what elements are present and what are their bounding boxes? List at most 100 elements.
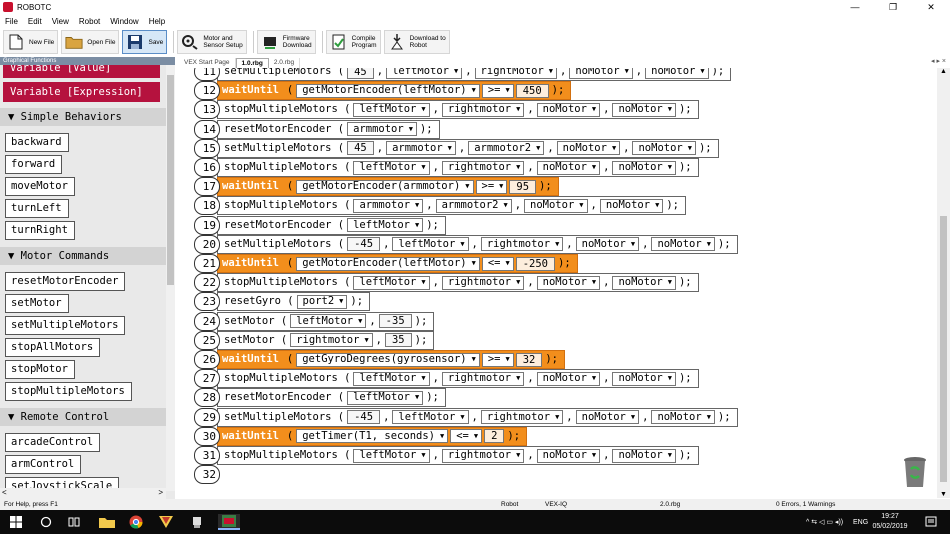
wait-until-block[interactable]: waitUntil (getMotorEncoder(leftMotor) ▼ >= ▼… [217,81,572,101]
command-block[interactable]: resetGyro (port2 ▼); [217,292,371,312]
palette-horizontal-scrollbar[interactable]: < > [0,488,166,499]
parameter-dropdown[interactable]: getGyroDegrees(gyrosensor) ▼ [296,352,480,367]
robotc-taskbar-icon[interactable] [218,514,240,530]
command-block[interactable]: resetMotorEncoder (armmotor ▼); [217,119,440,139]
menu-edit[interactable]: Edit [23,17,47,26]
palette-item-setmotor[interactable]: setMotor [5,294,69,313]
parameter-dropdown[interactable]: noMotor ▼ [612,448,676,463]
palette-item-turnright[interactable]: turnRight [5,221,75,240]
value-field[interactable]: 45 [347,141,374,156]
parameter-dropdown[interactable]: port2 ▼ [296,294,348,309]
command-block[interactable]: setMultipleMotors (-45, leftMotor ▼, rightm… [217,234,738,254]
parameter-dropdown[interactable]: noMotor ▼ [536,275,601,290]
parameter-dropdown[interactable]: noMotor ▼ [536,102,601,117]
parameter-dropdown[interactable]: leftMotor ▼ [353,371,430,386]
compile-program-button[interactable]: Compile Program [325,30,381,54]
menu-help[interactable]: Help [144,17,170,26]
value-field[interactable]: 32 [515,352,543,367]
menu-view[interactable]: View [47,17,74,26]
scrollbar-thumb[interactable] [940,216,947,482]
motor-sensor-setup-button[interactable]: Motor and Sensor Setup [177,30,247,54]
palette-item-stopmultiplemotors[interactable]: stopMultipleMotors [5,382,132,401]
command-block[interactable]: resetMotorEncoder (leftMotor ▼); [217,215,446,235]
parameter-dropdown[interactable]: leftMotor ▼ [353,275,430,290]
command-block[interactable]: setMultipleMotors (45, armmotor ▼, armmotor… [217,138,719,158]
palette-item-armcontrol[interactable]: armControl [5,455,82,474]
tab-vex-start-page[interactable]: VEX Start Page [179,57,236,68]
file-explorer-icon[interactable] [98,514,116,530]
category-simple-behaviors[interactable]: ▼ Simple Behaviors [0,108,166,126]
parameter-dropdown[interactable]: <= ▼ [450,429,483,444]
close-button[interactable]: ✕ [912,0,950,14]
parameter-dropdown[interactable]: noMotor ▼ [569,68,633,79]
palette-variable-expression[interactable]: Variable [Expression] [3,82,160,102]
command-block[interactable]: setMotor (leftMotor ▼, -35); [217,311,435,331]
command-block[interactable]: stopMultipleMotors (leftMotor ▼, rightmoto… [217,158,699,177]
scroll-down-arrow-icon[interactable]: ▼ [940,491,947,498]
palette-item-movemotor[interactable]: moveMotor [5,177,75,196]
parameter-dropdown[interactable]: leftMotor ▼ [353,448,430,463]
command-block[interactable]: stopMultipleMotors (leftMotor ▼, rightmoto… [217,369,699,389]
command-block[interactable]: setMotor (rightmotor ▼, 35); [217,330,435,350]
command-block[interactable]: stopMultipleMotors (leftMotor ▼, rightmoto… [217,100,699,120]
parameter-dropdown[interactable]: armmotor ▼ [347,122,417,137]
parameter-dropdown[interactable]: leftMotor ▼ [386,68,463,79]
parameter-dropdown[interactable]: leftMotor ▼ [347,218,424,233]
value-field[interactable]: 450 [515,83,549,98]
value-field[interactable]: -35 [378,314,412,329]
parameter-dropdown[interactable]: noMotor ▼ [612,275,676,290]
menu-robot[interactable]: Robot [74,17,105,26]
menu-file[interactable]: File [0,17,23,26]
graphical-code-editor[interactable]: 11 setMultipleMotors (45, leftMotor ▼, right… [179,68,937,498]
save-button[interactable]: Save [122,30,168,54]
parameter-dropdown[interactable]: leftMotor ▼ [353,102,430,117]
parameter-dropdown[interactable]: noMotor ▼ [536,371,601,386]
parameter-dropdown[interactable]: noMotor ▼ [651,237,715,252]
parameter-dropdown[interactable]: leftMotor ▼ [290,314,367,329]
palette-item-setmultiplemotors[interactable]: setMultipleMotors [5,316,126,335]
parameter-dropdown[interactable]: getMotorEncoder(armmotor) ▼ [296,179,474,194]
value-field[interactable]: -45 [347,410,381,425]
minimize-button[interactable]: — [836,0,874,14]
parameter-dropdown[interactable]: rightmotor ▼ [290,333,373,348]
recycle-bin-icon[interactable] [902,455,928,489]
palette-item-resetmotorencoder[interactable]: resetMotorEncoder [5,272,126,291]
category-remote-control[interactable]: ▼ Remote Control [0,408,166,426]
wait-until-block[interactable]: waitUntil (getTimer(T1, seconds) ▼ <= ▼ 2); [217,426,528,446]
command-block[interactable]: stopMultipleMotors (leftMotor ▼, rightmoto… [217,446,699,465]
parameter-dropdown[interactable]: rightmotor ▼ [441,102,525,117]
palette-item-backward[interactable]: backward [5,133,69,152]
firmware-download-button[interactable]: Firmware Download [256,30,316,54]
palette-variable-value[interactable]: Variable [Value] [3,65,160,78]
parameter-dropdown[interactable]: >= ▼ [481,83,514,98]
palette-item-stopallmotors[interactable]: stopAllMotors [5,338,101,357]
palette-item-forward[interactable]: forward [5,155,63,174]
palette-item-stopmotor[interactable]: stopMotor [5,360,75,379]
parameter-dropdown[interactable]: getTimer(T1, seconds) ▼ [296,429,449,444]
parameter-dropdown[interactable]: noMotor ▼ [651,410,715,425]
parameter-dropdown[interactable]: noMotor ▼ [612,371,676,386]
value-field[interactable]: -250 [515,256,555,271]
parameter-dropdown[interactable]: leftMotor ▼ [392,410,469,425]
palette-vertical-scrollbar[interactable] [166,65,175,491]
parameter-dropdown[interactable]: noMotor ▼ [556,141,621,156]
search-icon[interactable] [38,514,54,530]
parameter-dropdown[interactable]: noMotor ▼ [536,160,601,175]
value-field[interactable]: 2 [484,429,505,444]
parameter-dropdown[interactable]: leftMotor ▼ [353,160,430,175]
parameter-dropdown[interactable]: armmotor2 ▼ [468,141,545,156]
parameter-dropdown[interactable]: noMotor ▼ [524,198,588,213]
parameter-dropdown[interactable]: rightmotor ▼ [441,160,525,175]
parameter-dropdown[interactable]: armmotor ▼ [353,198,424,213]
value-field[interactable]: 35 [384,333,412,348]
menu-window[interactable]: Window [105,17,143,26]
parameter-dropdown[interactable]: leftMotor ▼ [392,237,469,252]
wait-until-block[interactable]: waitUntil (getGyroDegrees(gyrosensor) ▼ >= ▼… [217,350,566,369]
parameter-dropdown[interactable]: noMotor ▼ [575,410,640,425]
command-block[interactable]: setMultipleMotors (45, leftMotor ▼, rightMo… [217,68,732,81]
parameter-dropdown[interactable]: rightmotor ▼ [441,448,525,463]
parameter-dropdown[interactable]: noMotor ▼ [612,160,676,175]
parameter-dropdown[interactable]: >= ▼ [475,179,508,194]
system-tray-icons[interactable]: ^ ⇆ ◁ ▭ ◂)) [806,510,843,534]
palette-item-arcadecontrol[interactable]: arcadeControl [5,433,101,452]
